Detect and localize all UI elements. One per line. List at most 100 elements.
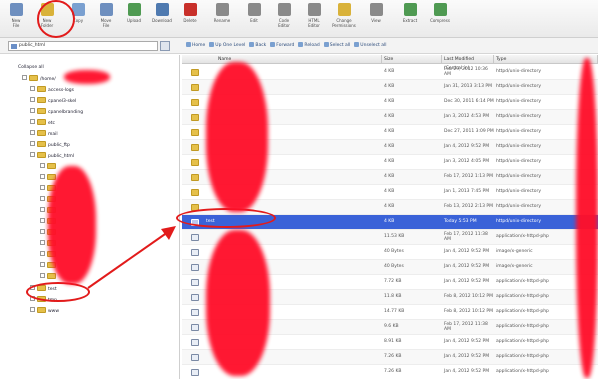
cell-modified: Dec 27, 2011 3:09 PM (444, 129, 494, 134)
cell-modified: Jan 4, 2012 9:52 PM (444, 249, 490, 254)
cell-modified: Jan 1, 2013 7:45 PM (444, 189, 490, 194)
folder-icon (191, 129, 199, 136)
toolbar-rename-button[interactable]: Rename (208, 2, 236, 36)
expand-toggle-icon[interactable] (30, 307, 35, 312)
path-input[interactable]: public_html (8, 41, 158, 51)
php-file-icon (191, 309, 199, 316)
toolbar-label: Change Permissions (332, 18, 356, 28)
tree-node[interactable]: public_html (30, 152, 74, 161)
expand-toggle-icon[interactable] (40, 163, 45, 168)
extract-icon (403, 3, 417, 16)
toolbar-html-editor-button[interactable]: HTML Editor (300, 2, 328, 36)
action-label: Home (192, 43, 206, 48)
expand-toggle-icon[interactable] (30, 141, 35, 146)
cell-size: 9.6 KB (384, 324, 399, 329)
cell-size: 4 KB (384, 99, 395, 104)
tree-node[interactable]: cpanel3-skel (30, 97, 76, 106)
toolbar: New File New Folder Copy Move File Upload Dow… (0, 0, 598, 38)
forward-icon (270, 42, 276, 47)
cell-modified: Jan 3, 2012 4:53 PM (444, 114, 490, 119)
column-header-name[interactable]: Name (182, 55, 382, 64)
upload-icon (127, 3, 141, 16)
toolbar-edit-button[interactable]: Edit (240, 2, 268, 36)
cell-modified: Dec 30, 2011 6:14 PM (444, 99, 494, 104)
tree-node[interactable]: etc (30, 119, 55, 128)
redaction-mark (576, 58, 598, 378)
expand-toggle-icon[interactable] (30, 86, 35, 91)
up-level-icon (209, 42, 215, 47)
action-unselect-all[interactable]: Unselect all (354, 41, 387, 51)
folder-icon (191, 159, 199, 166)
toolbar-download-button[interactable]: Download (148, 2, 176, 36)
toolbar-code-editor-button[interactable]: Code Editor (270, 2, 298, 36)
toolbar-label: Code Editor (278, 18, 290, 28)
go-button[interactable] (160, 41, 170, 51)
action-forward[interactable]: Forward (270, 41, 294, 51)
folder-icon (37, 130, 46, 136)
toolbar-extract-button[interactable]: Extract (396, 2, 424, 36)
expand-toggle-icon[interactable] (40, 251, 45, 256)
action-up-level[interactable]: Up One Level (209, 41, 245, 51)
toolbar-label: New File (11, 18, 21, 28)
action-label: Up One Level (215, 43, 246, 48)
expand-toggle-icon[interactable] (30, 152, 35, 157)
new-file-icon (9, 3, 23, 16)
column-header-last[interactable]: Last Modified (Central in) (442, 55, 494, 71)
toolbar-delete-button[interactable]: Delete (176, 2, 204, 36)
expand-toggle-icon[interactable] (40, 174, 45, 179)
toolbar-label: Download (152, 18, 172, 23)
toolbar-label: Move File (100, 18, 112, 28)
expand-toggle-icon[interactable] (40, 185, 45, 190)
tree-subfolder[interactable] (40, 273, 58, 282)
toolbar-label: Edit (250, 18, 258, 23)
expand-toggle-icon[interactable] (30, 97, 35, 102)
expand-toggle-icon[interactable] (40, 218, 45, 223)
tree-node[interactable]: access-logs (30, 86, 74, 95)
expand-toggle-icon[interactable] (40, 229, 45, 234)
folder-icon (47, 163, 56, 169)
toolbar-upload-button[interactable]: Upload (120, 2, 148, 36)
folder-icon (37, 108, 46, 114)
action-reload[interactable]: Reload (298, 41, 320, 51)
rename-icon (215, 3, 229, 16)
column-header-size[interactable]: Size (382, 55, 442, 64)
tree-node[interactable]: mail (30, 130, 58, 139)
selected-row-highlight (176, 208, 276, 228)
cell-size: 40 Bytes (384, 264, 404, 269)
toolbar-view-button[interactable]: View (362, 2, 390, 36)
tree-node[interactable]: public_ftp (30, 141, 70, 150)
folder-icon (29, 75, 38, 81)
expand-toggle-icon[interactable] (40, 262, 45, 267)
action-select-all[interactable]: Select all (323, 41, 350, 51)
action-back[interactable]: Back (249, 41, 266, 51)
expand-toggle-icon[interactable] (30, 130, 35, 135)
redaction-mark (64, 70, 110, 84)
toolbar-new-file-button[interactable]: New File (2, 2, 30, 36)
cell-size: 4 KB (384, 129, 395, 134)
tree-node[interactable]: cpanelbranding (30, 108, 83, 117)
toolbar-compress-button[interactable]: Compress (426, 2, 454, 36)
php-file-icon (191, 339, 199, 346)
tree-node[interactable]: /home/ (22, 75, 56, 84)
folder-icon (47, 273, 56, 279)
cell-modified: Jan 4, 2012 9:52 PM (444, 264, 490, 269)
action-home[interactable]: Home (186, 41, 205, 51)
expand-toggle-icon[interactable] (22, 75, 27, 80)
folder-icon (37, 141, 46, 147)
expand-toggle-icon[interactable] (30, 108, 35, 113)
image-file-icon (191, 264, 199, 271)
tree-node[interactable]: www (30, 307, 59, 316)
expand-toggle-icon[interactable] (40, 196, 45, 201)
toolbar-label: Rename (213, 18, 231, 23)
toolbar-permissions-button[interactable]: Change Permissions (330, 2, 358, 36)
collapse-all-link[interactable]: Collapse all (18, 63, 44, 72)
cell-size: 7.26 KB (384, 354, 402, 359)
toolbar-move-file-button[interactable]: Move File (92, 2, 120, 36)
expand-toggle-icon[interactable] (40, 273, 45, 278)
tree-subfolder[interactable] (40, 163, 58, 172)
folder-icon (37, 152, 46, 158)
cell-size: 4 KB (384, 219, 395, 224)
expand-toggle-icon[interactable] (30, 119, 35, 124)
expand-toggle-icon[interactable] (40, 240, 45, 245)
expand-toggle-icon[interactable] (40, 207, 45, 212)
